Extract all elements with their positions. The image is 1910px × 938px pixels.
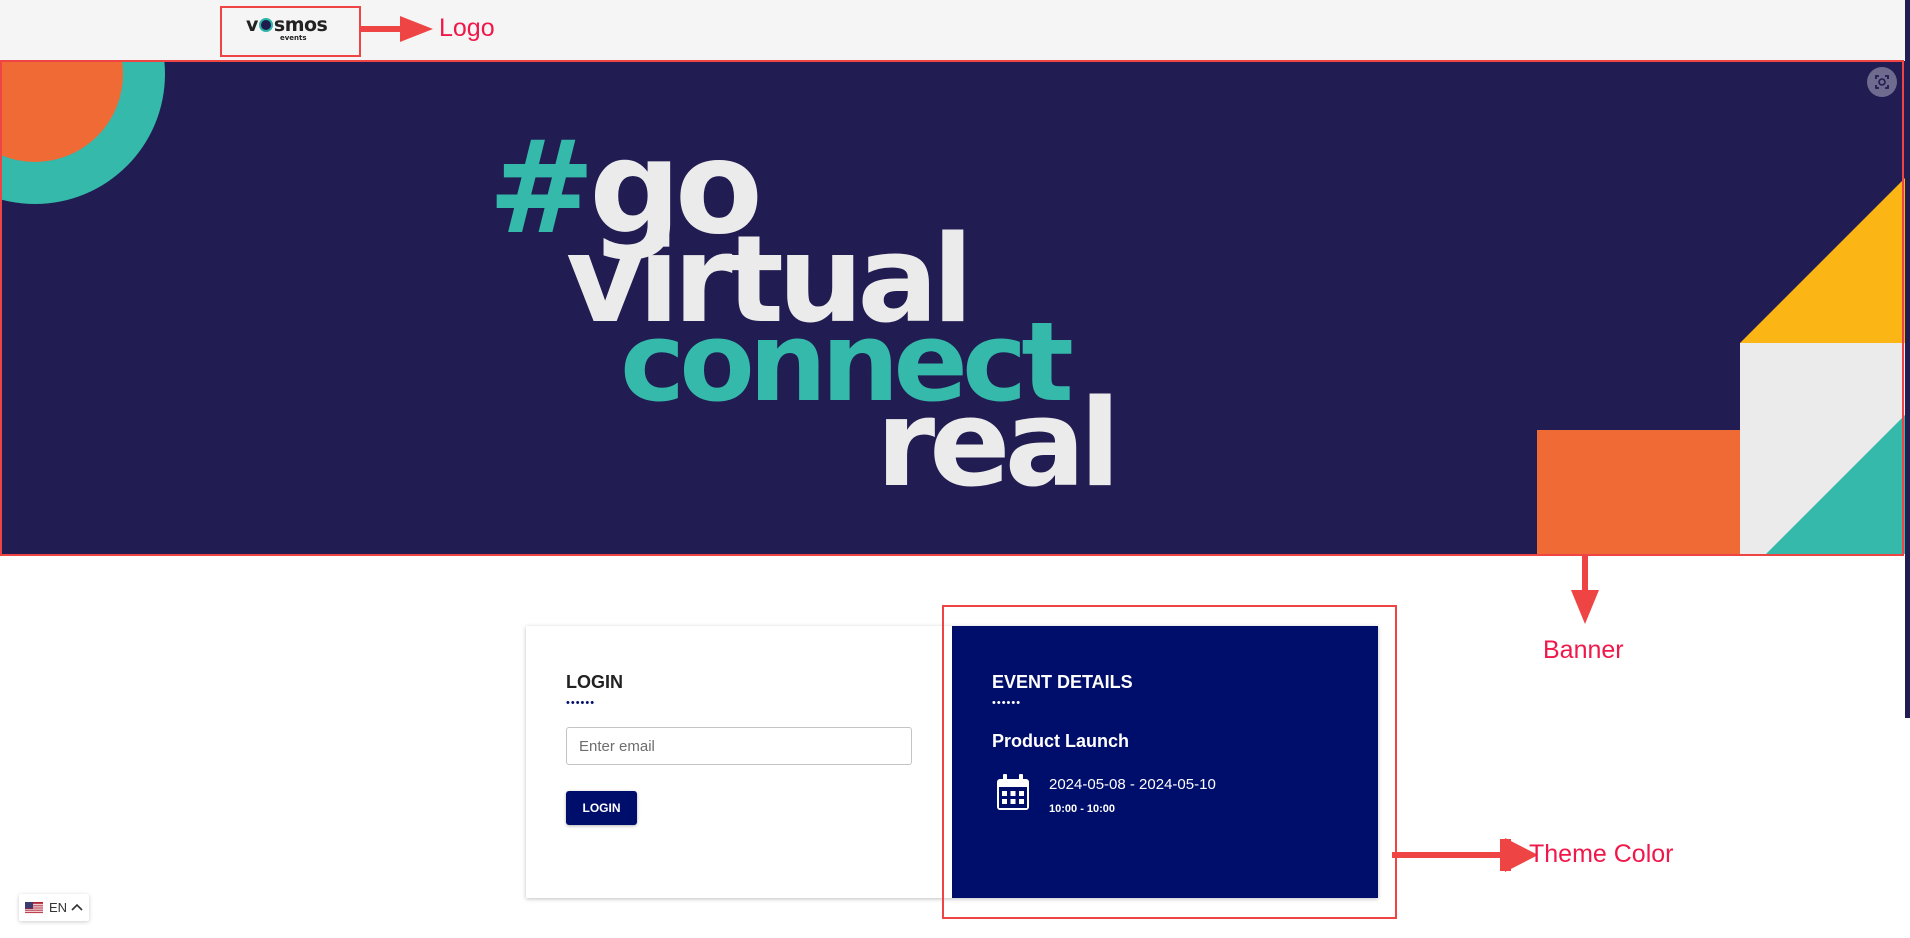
theme-arrow-stem: [1500, 839, 1511, 871]
banner-annotation-label: Banner: [1543, 636, 1624, 664]
theme-color-annotation-label: Theme Color: [1529, 840, 1674, 868]
chevron-up-icon: [71, 903, 83, 911]
language-selector[interactable]: EN: [19, 894, 89, 921]
theme-arrow-shaft: [1392, 852, 1504, 858]
email-input[interactable]: [566, 727, 912, 765]
logo-annotation-label: Logo: [439, 14, 495, 42]
us-flag-icon: [25, 902, 43, 914]
banner-annotation-box: [0, 60, 1904, 556]
login-title-dots: ••••••: [566, 697, 596, 709]
login-title: LOGIN: [566, 672, 623, 692]
banner-arrow-head: [1571, 590, 1599, 624]
login-panel: LOGIN •••••• LOGIN: [526, 626, 952, 898]
banner-arrow-shaft: [1582, 554, 1588, 594]
right-edge-strip: [1905, 0, 1910, 718]
logo-annotation-box: [220, 6, 361, 57]
language-code: EN: [49, 900, 68, 915]
theme-color-annotation-box: [942, 605, 1397, 919]
login-button[interactable]: LOGIN: [566, 791, 637, 825]
